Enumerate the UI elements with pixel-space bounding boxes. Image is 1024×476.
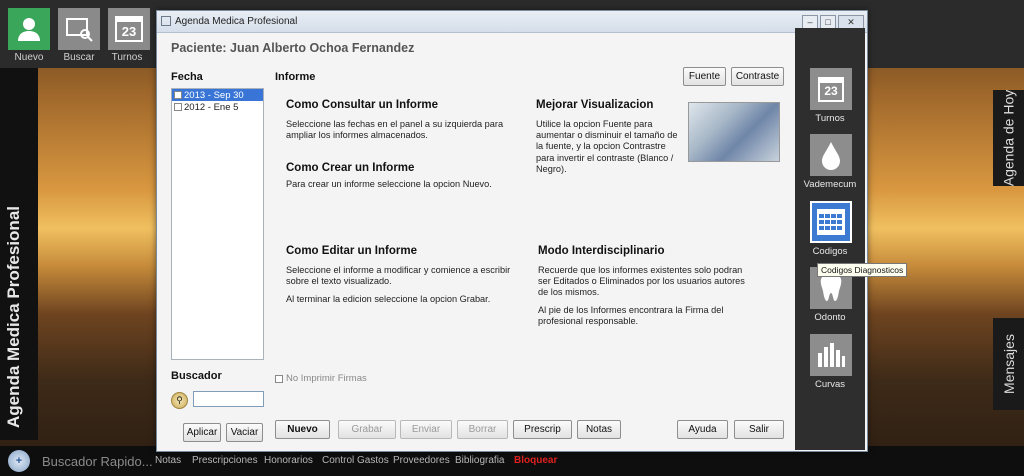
curvas-tile[interactable]: [810, 334, 852, 376]
app-title-bar: Agenda Medica Profesional: [0, 68, 38, 440]
minimize-button[interactable]: –: [802, 15, 818, 29]
date-list[interactable]: 2013 - Sep 30 2012 - Ene 5: [171, 88, 264, 360]
search-icon[interactable]: ⚲: [171, 392, 188, 409]
salir-button[interactable]: Salir: [734, 420, 784, 439]
mensajes-label: Mensajes: [1000, 334, 1017, 394]
vaciar-button[interactable]: Vaciar: [226, 423, 263, 442]
nuevo-button[interactable]: [8, 8, 50, 50]
date-item[interactable]: 2013 - Sep 30: [172, 89, 263, 101]
curvas-tile-label: Curvas: [814, 379, 846, 390]
ayuda-button[interactable]: Ayuda: [677, 420, 728, 439]
no-imprimir-firmas[interactable]: No Imprimir Firmas: [275, 373, 367, 384]
turnos-tile-label: Turnos: [815, 113, 845, 124]
doctor-photo: [688, 102, 780, 162]
app-vertical-title: Agenda Medica Profesional: [4, 206, 23, 428]
crear-text: Para crear un informe seleccione la opci…: [286, 179, 492, 189]
turnos-tile[interactable]: 23: [810, 68, 852, 110]
agenda-de-hoy-tab[interactable]: Agenda de Hoy: [993, 90, 1024, 186]
menu-honorarios[interactable]: Honorarios: [264, 455, 313, 466]
aplicar-button[interactable]: Aplicar: [183, 423, 221, 442]
vademecum-tile[interactable]: [810, 134, 852, 176]
prescrip-button[interactable]: Prescrip: [513, 420, 572, 439]
menu-proveedores[interactable]: Proveedores: [393, 455, 450, 466]
odonto-tile-label: Odonto: [814, 312, 846, 323]
consultar-heading: Como Consultar un Informe: [286, 99, 439, 111]
person-icon: [18, 18, 40, 41]
calendar-icon: 23: [115, 16, 143, 42]
date-checkbox[interactable]: [174, 91, 182, 99]
turnos-top-label: Turnos: [111, 52, 143, 63]
menu-bloquear[interactable]: Bloquear: [514, 455, 557, 466]
menu-prescripciones[interactable]: Prescripciones: [192, 455, 258, 466]
buscar-button[interactable]: [58, 8, 100, 50]
informe-window: Agenda Medica Profesional – □ ✕ Paciente…: [156, 10, 868, 452]
agenda-de-hoy-label: Agenda de Hoy: [1000, 89, 1017, 187]
modo-text: Recuerde que los informes existentes sol…: [538, 265, 745, 298]
codigos-tile-label: Codigos: [812, 246, 848, 257]
editar-text: Seleccione el informe a modificar y comi…: [286, 265, 511, 287]
contraste-button[interactable]: Contraste: [731, 67, 784, 86]
menu-notas[interactable]: Notas: [155, 455, 181, 466]
editar-heading: Como Editar un Informe: [286, 245, 417, 257]
side-panel: 23 Turnos Vademecum Codigos Odonto Curva…: [795, 28, 865, 450]
quick-search-input[interactable]: Buscador Rapido...: [42, 454, 153, 469]
grabar-button[interactable]: Grabar: [338, 420, 396, 439]
search-window-icon: [66, 18, 93, 42]
modo-text-2: Al pie de los Informes encontrara la Fir…: [538, 305, 724, 327]
mejorar-text: Utilice la opcion Fuente para aumentar o…: [536, 119, 678, 174]
consultar-text: Seleccione las fechas en el panel a su i…: [286, 119, 504, 141]
fuente-button[interactable]: Fuente: [683, 67, 726, 86]
menu-control-gastos[interactable]: Control Gastos: [322, 455, 389, 466]
buscador-input[interactable]: [193, 391, 264, 407]
no-imprimir-label: No Imprimir Firmas: [286, 373, 367, 384]
drop-icon: [822, 142, 840, 170]
date-item-label: 2012 - Ene 5: [184, 101, 239, 113]
window-titlebar[interactable]: Agenda Medica Profesional – □ ✕: [157, 11, 867, 33]
nuevo-label: Nuevo: [14, 52, 44, 63]
patient-name: Paciente: Juan Alberto Ochoa Fernandez: [171, 41, 415, 55]
window-title: Agenda Medica Profesional: [175, 16, 298, 27]
turnos-top-button[interactable]: 23: [108, 8, 150, 50]
calendar-icon: 23: [818, 76, 844, 102]
nuevo-button[interactable]: Nuevo: [275, 420, 330, 439]
informe-label: Informe: [275, 71, 316, 83]
date-item[interactable]: 2012 - Ene 5: [172, 101, 263, 113]
tooth-icon: [820, 275, 842, 301]
fecha-label: Fecha: [171, 71, 203, 83]
codigos-tooltip: Codigos Diagnosticos: [817, 263, 908, 277]
bar-chart-icon: [818, 343, 845, 367]
quick-search-icon[interactable]: +: [8, 450, 30, 472]
codigos-tile[interactable]: [810, 201, 852, 243]
modo-heading: Modo Interdisciplinario: [538, 245, 665, 257]
mejorar-heading: Mejorar Visualizacion: [536, 99, 654, 111]
crear-heading: Como Crear un Informe: [286, 162, 415, 174]
no-imprimir-checkbox[interactable]: [275, 374, 283, 383]
maximize-button[interactable]: □: [820, 15, 836, 29]
mensajes-tab[interactable]: Mensajes: [993, 318, 1024, 410]
date-item-label: 2013 - Sep 30: [184, 89, 244, 101]
vademecum-tile-label: Vademecum: [803, 179, 857, 190]
buscar-label: Buscar: [63, 52, 95, 63]
close-button[interactable]: ✕: [838, 15, 864, 29]
date-checkbox[interactable]: [174, 103, 182, 111]
menu-bibliografia[interactable]: Bibliografia: [455, 455, 504, 466]
borrar-button[interactable]: Borrar: [457, 420, 508, 439]
window-app-icon: [161, 16, 171, 26]
editar-text-2: Al terminar la edicion seleccione la opc…: [286, 294, 491, 304]
grid-icon: [817, 209, 845, 235]
enviar-button[interactable]: Enviar: [400, 420, 452, 439]
buscador-label: Buscador: [171, 370, 222, 382]
notas-button[interactable]: Notas: [577, 420, 621, 439]
